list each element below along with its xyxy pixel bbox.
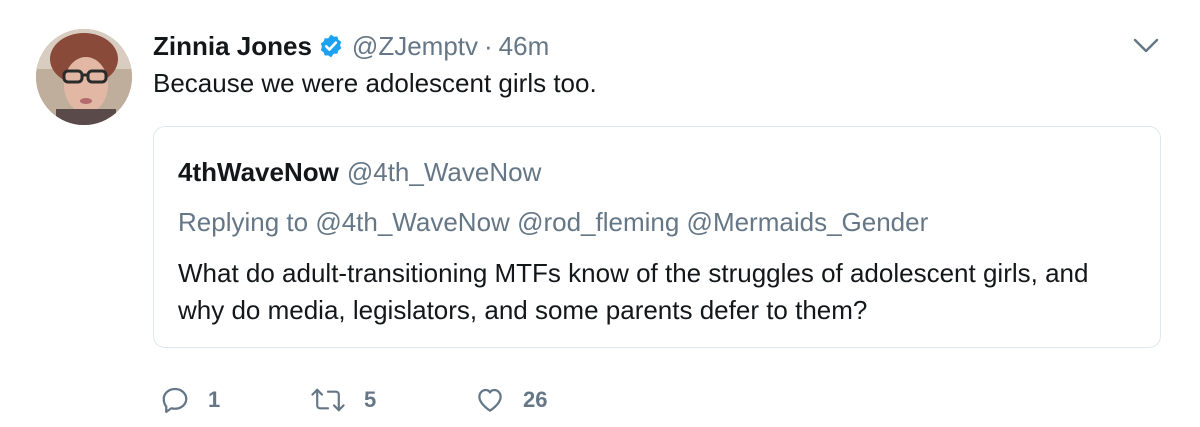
heart-icon — [478, 388, 502, 412]
separator-dot: · — [484, 30, 493, 61]
like-count: 26 — [523, 387, 548, 412]
like-button[interactable]: 26 — [475, 385, 595, 415]
retweet-button[interactable]: 5 — [310, 385, 475, 415]
quoted-author-name: 4thWaveNow — [178, 157, 339, 187]
reply-button[interactable]: 1 — [160, 385, 310, 415]
quoted-tweet-text: What do adult-transitioning MTFs know of… — [178, 258, 1089, 325]
reply-icon — [162, 387, 188, 413]
quoted-tweet-header: 4thWaveNow @4th_WaveNow — [178, 157, 541, 188]
tweet-header: Zinnia Jones @ZJemptv · 46m — [153, 28, 549, 64]
quoted-author-handle: @4th_WaveNow — [346, 157, 542, 187]
replying-label: Replying to — [178, 207, 309, 237]
avatar[interactable] — [36, 29, 132, 125]
chevron-down-icon[interactable] — [1132, 36, 1160, 56]
replying-to: Replying to @4th_WaveNow @rod_fleming @M… — [178, 207, 928, 238]
tweet[interactable]: Zinnia Jones @ZJemptv · 46m Because we w… — [0, 0, 1200, 427]
quoted-tweet[interactable]: 4thWaveNow @4th_WaveNow Replying to @4th_… — [153, 126, 1161, 348]
retweet-count: 5 — [364, 387, 377, 412]
avatar-image — [36, 29, 132, 125]
reply-count: 1 — [208, 387, 221, 412]
verified-badge-icon — [318, 33, 344, 59]
mention-link[interactable]: @Mermaids_Gender — [687, 207, 929, 237]
author-name[interactable]: Zinnia Jones — [153, 31, 312, 62]
action-bar: 1 5 26 — [160, 382, 595, 418]
tweet-text: Because we were adolescent girls too. — [153, 68, 597, 98]
mention-link[interactable]: @4th_WaveNow — [315, 207, 510, 237]
author-handle[interactable]: @ZJemptv — [352, 31, 478, 62]
tweet-timestamp[interactable]: 46m — [499, 31, 550, 62]
mention-link[interactable]: @rod_fleming — [517, 207, 679, 237]
retweet-icon — [311, 388, 345, 412]
